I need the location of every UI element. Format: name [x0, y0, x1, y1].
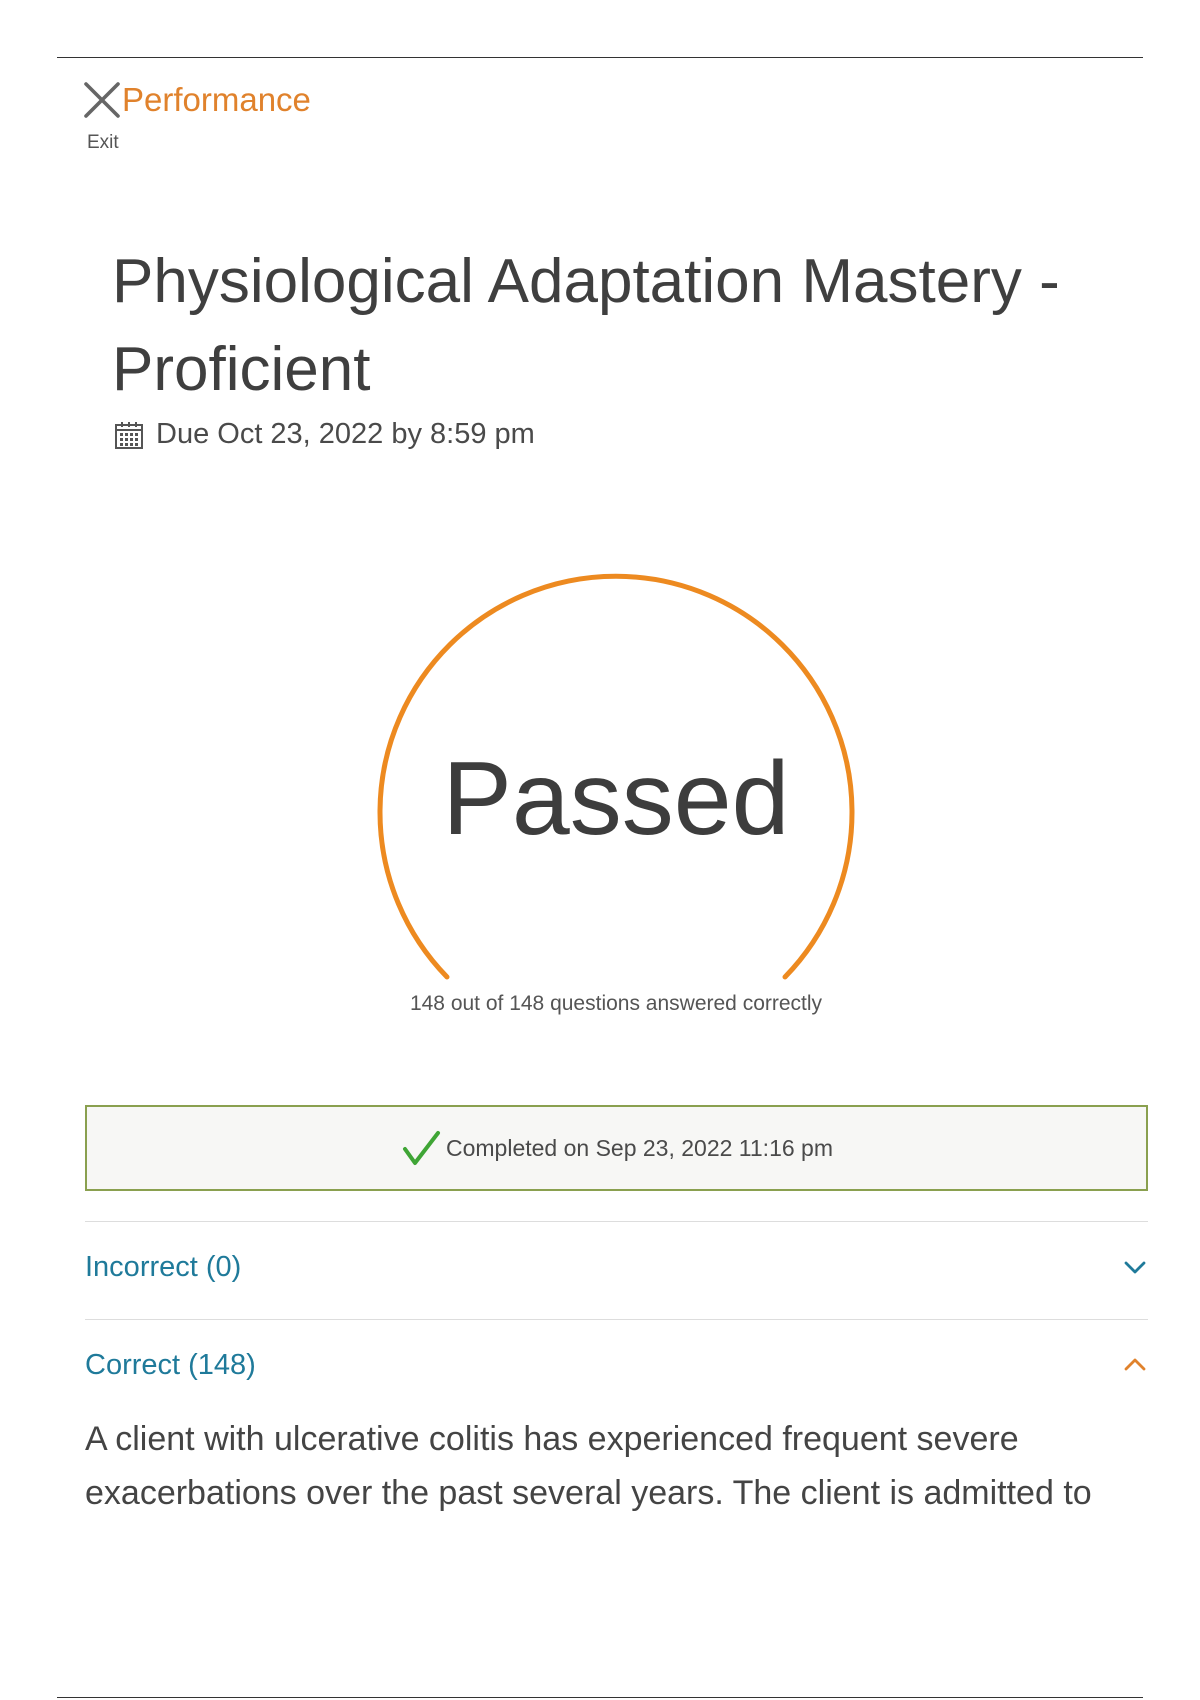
due-date-text: Due Oct 23, 2022 by 8:59 pm — [156, 418, 535, 450]
app-title: Performance — [122, 81, 311, 118]
top-rule — [57, 57, 1143, 58]
calendar-icon — [115, 421, 143, 449]
section-divider — [85, 1319, 1148, 1320]
result-summary: 148 out of 148 questions answered correc… — [409, 992, 823, 1015]
check-icon — [402, 1131, 440, 1165]
exit-row: Performance — [82, 80, 311, 120]
bottom-rule — [57, 1697, 1143, 1698]
incorrect-section-label: Incorrect (0) — [85, 1250, 242, 1283]
close-icon[interactable] — [82, 80, 122, 120]
exit-block: Performance Exit — [82, 80, 311, 153]
correct-section-toggle[interactable]: Correct (148) — [85, 1335, 1148, 1395]
section-divider — [85, 1221, 1148, 1222]
incorrect-section-toggle[interactable]: Incorrect (0) — [85, 1237, 1148, 1297]
completion-text: Completed on Sep 23, 2022 11:16 pm — [445, 1134, 833, 1161]
correct-section-label: Correct (148) — [85, 1348, 256, 1381]
due-date-row: Due Oct 23, 2022 by 8:59 pm — [114, 418, 535, 451]
chevron-down-icon — [1124, 1261, 1146, 1274]
chevron-up-icon — [1124, 1358, 1146, 1371]
exit-label[interactable]: Exit — [87, 132, 119, 154]
question-preview[interactable]: A client with ulcerative colitis has exp… — [85, 1412, 1155, 1520]
completion-banner: Completed on Sep 23, 2022 11:16 pm — [85, 1105, 1148, 1191]
result-status: Passed — [442, 741, 790, 857]
page-title: Physiological Adaptation Mastery - Profi… — [112, 247, 1060, 404]
